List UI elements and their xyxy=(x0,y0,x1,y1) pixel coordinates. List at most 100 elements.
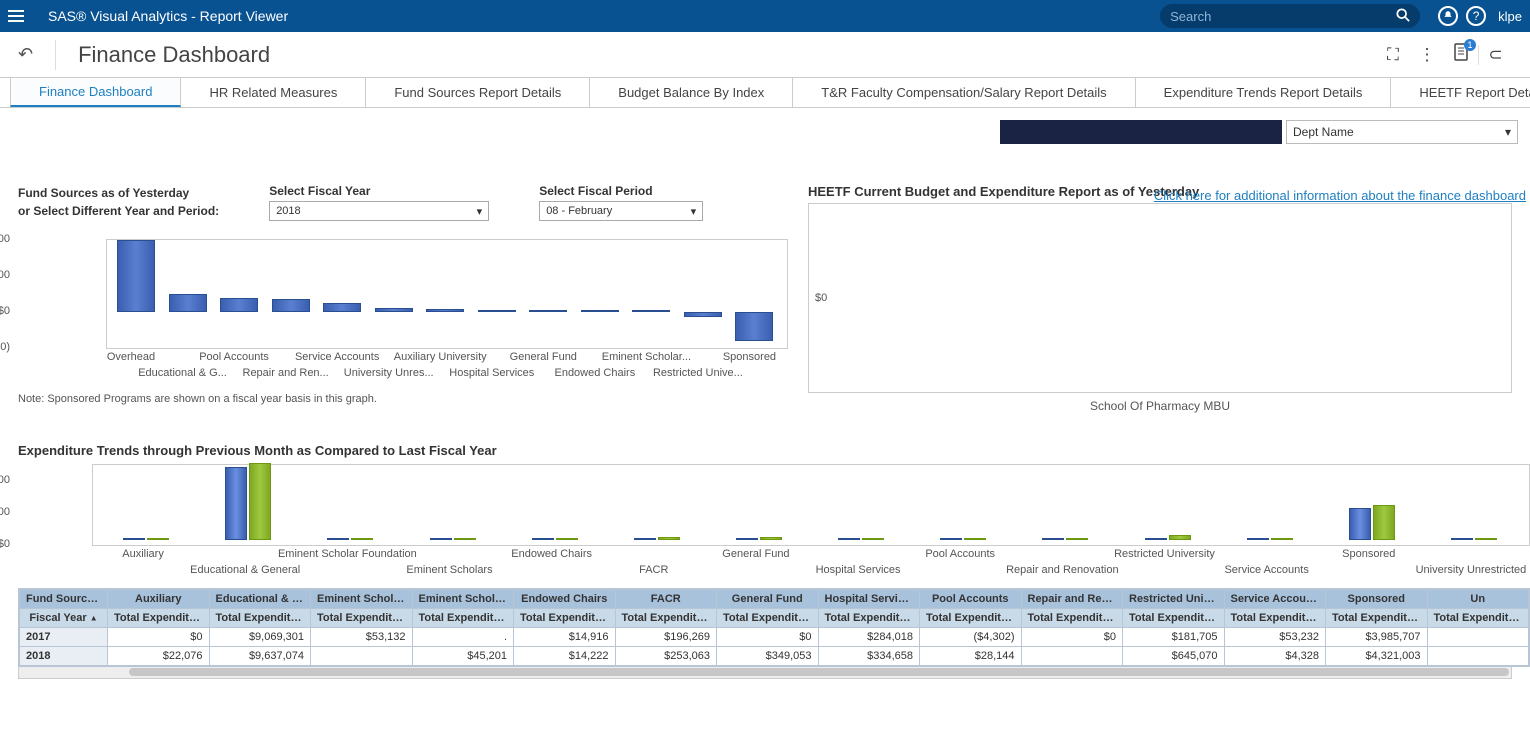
col-header[interactable]: Eminent Scholar Foundat... xyxy=(311,590,413,609)
menu-icon[interactable] xyxy=(8,4,32,28)
x-label: FACR xyxy=(639,564,668,576)
search-input[interactable] xyxy=(1170,9,1396,24)
notifications-icon[interactable] xyxy=(1438,6,1458,26)
bar[interactable] xyxy=(529,310,567,312)
tab-finance-dashboard[interactable]: Finance Dashboard xyxy=(10,78,181,107)
fiscal-year-label: Select Fiscal Year xyxy=(269,184,489,198)
fiscal-period-label: Select Fiscal Period xyxy=(539,184,703,198)
grouped-bar[interactable] xyxy=(1349,505,1395,543)
doc-badge: 1 xyxy=(1464,39,1476,51)
sub-header: Total Expenditures xyxy=(818,609,920,628)
x-label: University Unres... xyxy=(344,367,434,379)
x-label: Repair and Renovation xyxy=(1006,564,1119,576)
grouped-bar[interactable] xyxy=(1042,529,1088,543)
cell: $0 xyxy=(108,628,210,647)
bar[interactable] xyxy=(220,298,258,312)
tab-budget-balance[interactable]: Budget Balance By Index xyxy=(590,78,793,107)
col-header[interactable]: Eminent Scholars xyxy=(412,590,514,609)
grouped-bar[interactable] xyxy=(1145,529,1191,543)
cell: $53,132 xyxy=(311,628,413,647)
bar[interactable] xyxy=(581,310,619,312)
col-header[interactable]: Endowed Chairs xyxy=(514,590,616,609)
grouped-bar[interactable] xyxy=(634,529,680,543)
dept-selected-box xyxy=(1000,120,1282,144)
col-header[interactable]: Auxiliary xyxy=(108,590,210,609)
table-row[interactable]: 2017$0$9,069,301$53,132.$14,916$196,269$… xyxy=(20,628,1529,647)
sub-header: Total Expenditures xyxy=(615,609,717,628)
back-icon[interactable]: ↶ xyxy=(18,44,33,65)
bar[interactable] xyxy=(478,310,516,312)
exp-trends-chart[interactable] xyxy=(92,464,1530,546)
x-label: Hospital Services xyxy=(816,564,901,576)
col-header[interactable]: Educational & Gen... xyxy=(209,590,311,609)
cell: $9,637,074 xyxy=(209,647,311,666)
grouped-bar[interactable] xyxy=(1247,529,1293,543)
tab-heetf[interactable]: HEETF Report Details xyxy=(1391,78,1530,107)
grouped-bar[interactable] xyxy=(225,463,271,543)
bar[interactable] xyxy=(169,294,207,312)
document-icon[interactable]: 1 xyxy=(1444,43,1478,66)
col-header[interactable]: Un xyxy=(1427,590,1529,609)
x-label: Sponsored xyxy=(1342,548,1395,560)
sub-header: Total Expenditures xyxy=(1224,609,1326,628)
col-header[interactable]: Repair and Renovat... xyxy=(1021,590,1123,609)
bar[interactable] xyxy=(117,240,155,312)
col-header[interactable]: Restricted Univer... xyxy=(1123,590,1225,609)
cell: $45,201 xyxy=(412,647,514,666)
grouped-bar[interactable] xyxy=(1451,529,1497,543)
col-header[interactable]: Hospital Services xyxy=(818,590,920,609)
col-header[interactable]: Service Accounts xyxy=(1224,590,1326,609)
col-header-fundsource[interactable]: Fund Source ▲ xyxy=(20,590,108,609)
bar[interactable] xyxy=(684,312,722,317)
x-label: Restricted University xyxy=(1114,548,1215,560)
grouped-bar[interactable] xyxy=(736,529,782,543)
grouped-bar[interactable] xyxy=(430,529,476,543)
col-header[interactable]: FACR xyxy=(615,590,717,609)
x-label: Educational & General xyxy=(190,564,300,576)
sub-header: Total Expenditures xyxy=(311,609,413,628)
fiscal-period-select[interactable]: 08 - February ▾ xyxy=(539,201,703,221)
fund-sources-label: Fund Sources as of Yesterday or Select D… xyxy=(18,184,219,220)
x-label: Endowed Chairs xyxy=(554,367,635,379)
col-header[interactable]: General Fund xyxy=(717,590,819,609)
col-header[interactable]: Sponsored xyxy=(1326,590,1428,609)
tab-hr-measures[interactable]: HR Related Measures xyxy=(181,78,366,107)
bar[interactable] xyxy=(426,309,464,312)
info-link[interactable]: Click here for additional information ab… xyxy=(1154,188,1526,203)
tab-expenditure-trends[interactable]: Expenditure Trends Report Details xyxy=(1136,78,1392,107)
grouped-bar[interactable] xyxy=(123,529,169,543)
bar[interactable] xyxy=(735,312,773,341)
fullscreen-icon[interactable]: ⛶ xyxy=(1376,45,1410,65)
col-header-fiscalyear[interactable]: Fiscal Year ▲ xyxy=(20,609,108,628)
search-box[interactable] xyxy=(1160,4,1420,28)
y-tick: $0 xyxy=(0,305,10,317)
table-row[interactable]: 2018$22,076$9,637,074$45,201$14,222$253,… xyxy=(20,647,1529,666)
dept-name-select[interactable]: Dept Name ▾ xyxy=(1286,120,1518,144)
grouped-bar[interactable] xyxy=(327,529,373,543)
grouped-bar[interactable] xyxy=(532,529,578,543)
bar[interactable] xyxy=(632,310,670,312)
col-header[interactable]: Pool Accounts xyxy=(920,590,1022,609)
more-icon[interactable]: ⋮ xyxy=(1410,45,1444,65)
expenditure-table[interactable]: Fund Source ▲AuxiliaryEducational & Gen.… xyxy=(18,588,1530,667)
bar[interactable] xyxy=(375,308,413,312)
grouped-bar[interactable] xyxy=(940,529,986,543)
bar[interactable] xyxy=(323,303,361,312)
tab-fund-sources[interactable]: Fund Sources Report Details xyxy=(366,78,590,107)
heetf-chart[interactable]: $0 xyxy=(808,203,1512,393)
fund-sources-chart[interactable] xyxy=(106,239,788,349)
user-label[interactable]: klpe xyxy=(1498,9,1522,24)
x-label: Eminent Scholar Foundation xyxy=(278,548,417,560)
x-label: General Fund xyxy=(722,548,789,560)
cell: $0 xyxy=(717,628,819,647)
bar[interactable] xyxy=(272,299,310,312)
x-label: Service Accounts xyxy=(1224,564,1308,576)
help-icon[interactable]: ? xyxy=(1466,6,1486,26)
tab-faculty-comp[interactable]: T&R Faculty Compensation/Salary Report D… xyxy=(793,78,1135,107)
x-label: University Unrestricted xyxy=(1416,564,1527,576)
search-icon[interactable] xyxy=(1396,8,1410,25)
side-panel-icon[interactable]: ⊂ xyxy=(1478,45,1512,65)
grouped-bar[interactable] xyxy=(838,529,884,543)
fiscal-year-select[interactable]: 2018 ▾ xyxy=(269,201,489,221)
table-hscroll[interactable] xyxy=(18,667,1512,679)
